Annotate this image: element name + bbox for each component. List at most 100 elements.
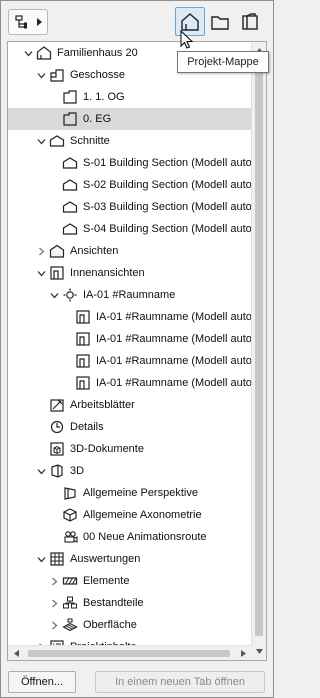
chevron-right-icon[interactable] <box>50 599 59 608</box>
story-icon <box>62 111 78 127</box>
tree-item[interactable]: 00 Neue Animationsroute <box>8 526 252 548</box>
tree-item[interactable]: IA-01 #Raumname <box>8 284 252 306</box>
ansichten-mappe-icon <box>210 12 230 32</box>
tree-item-label: IA-01 #Raumname <box>83 289 176 301</box>
tree-item-label: S-02 Building Section (Modell automatisc… <box>83 179 252 191</box>
tree-item-label: 3D <box>70 465 85 477</box>
perspective-icon <box>62 485 78 501</box>
open-button[interactable]: Öffnen... <box>8 671 76 693</box>
tree-item-label: Arbeitsblätter <box>70 399 135 411</box>
elevation-icon <box>49 243 65 259</box>
camera-path-icon <box>62 529 78 545</box>
section-icon <box>62 155 78 171</box>
chevron-down-icon[interactable] <box>37 71 46 80</box>
tree-item[interactable]: Ansichten <box>8 240 252 262</box>
tree-settings-icon <box>14 14 30 30</box>
tree-item[interactable]: IA-01 #Raumname (Modell automatisch) <box>8 328 252 350</box>
tree-item-label: IA-01 #Raumname (Modell automatisch) <box>96 377 252 389</box>
house-icon <box>36 45 52 61</box>
horizontal-scroll-thumb[interactable] <box>28 650 230 657</box>
interior-elevation-icon <box>75 331 91 347</box>
interior-elevation-icon <box>75 309 91 325</box>
section-icon <box>49 133 65 149</box>
chevron-down-icon[interactable] <box>37 269 46 278</box>
layoutbuch-button[interactable] <box>235 7 265 36</box>
chevron-right-icon[interactable] <box>50 621 59 630</box>
tree-item-label: 0. EG <box>83 113 112 125</box>
surfaces-icon <box>62 617 78 633</box>
tree-item-label: Elemente <box>83 575 130 587</box>
chevron-down-icon[interactable] <box>37 555 46 564</box>
tree-item-label: Auswertungen <box>70 553 141 565</box>
tree-item-label: Geschosse <box>70 69 126 81</box>
tree-item[interactable]: S-01 Building Section (Modell automatisc… <box>8 152 252 174</box>
tree-item[interactable]: S-02 Building Section (Modell automatisc… <box>8 174 252 196</box>
tree-item[interactable]: Allgemeine Axonometrie <box>8 504 252 526</box>
tree-item[interactable]: 0. EG <box>8 108 252 130</box>
interior-elevation-icon <box>75 375 91 391</box>
section-icon <box>62 177 78 193</box>
navigator-toolbar <box>1 1 273 41</box>
tree-item[interactable]: Innenansichten <box>8 262 252 284</box>
tree-item-label: IA-01 #Raumname (Modell automatisch) <box>96 355 252 367</box>
caret-right-icon <box>37 18 42 26</box>
3d-icon <box>49 463 65 479</box>
interior-marker-icon <box>62 287 78 303</box>
tree-item[interactable]: IA-01 #Raumname (Modell automatisch) <box>8 350 252 372</box>
stories-icon <box>49 67 65 83</box>
tree-item[interactable]: Schnitte <box>8 130 252 152</box>
scroll-left-button[interactable] <box>8 646 25 660</box>
elements-icon <box>62 573 78 589</box>
vertical-scroll-thumb[interactable] <box>255 61 263 636</box>
tree-item-label: 3D-Dokumente <box>70 443 144 455</box>
chevron-right-icon[interactable] <box>37 247 46 256</box>
story-icon <box>62 89 78 105</box>
chevron-down-icon[interactable] <box>37 467 46 476</box>
tree-item-label: S-04 Building Section (Modell automatisc… <box>83 223 252 235</box>
project-tree[interactable]: Familienhaus 20 Geschosse 1. 1. OG 0. EG Sch… <box>7 41 267 661</box>
tree-item[interactable]: S-04 Building Section (Modell automatisc… <box>8 218 252 240</box>
axonometry-icon <box>62 507 78 523</box>
tree-item[interactable]: Elemente <box>8 570 252 592</box>
chevron-down-icon[interactable] <box>37 137 46 146</box>
tree-item[interactable]: IA-01 #Raumname (Modell automatisch) <box>8 306 252 328</box>
scroll-right-button[interactable] <box>235 646 252 660</box>
tree-item[interactable]: Details <box>8 416 252 438</box>
open-in-new-tab-button[interactable]: In einem neuen Tab öffnen <box>95 671 265 693</box>
tree-item[interactable]: Allgemeine Perspektive <box>8 482 252 504</box>
chevron-down-icon[interactable] <box>24 49 33 58</box>
tree-item[interactable]: IA-01 #Raumname (Modell automatisch) <box>8 372 252 394</box>
navigator-window: Projekt-Mappe Familienhaus 20 Geschosse 1.… <box>0 0 274 698</box>
scroll-down-button[interactable] <box>252 643 266 660</box>
tree-item-label: Innenansichten <box>70 267 145 279</box>
section-icon <box>62 199 78 215</box>
scroll-left-icon <box>14 650 19 657</box>
tree-item[interactable]: S-03 Building Section (Modell automatisc… <box>8 196 252 218</box>
vertical-scrollbar[interactable] <box>251 42 266 660</box>
tree-item[interactable]: Bestandteile <box>8 592 252 614</box>
chevron-down-icon[interactable] <box>50 291 59 300</box>
tree-item[interactable]: 3D <box>8 460 252 482</box>
tree-item[interactable]: Auswertungen <box>8 548 252 570</box>
tree-item[interactable]: Arbeitsblätter <box>8 394 252 416</box>
tree-item-label: Bestandteile <box>83 597 144 609</box>
tree-item[interactable]: 1. 1. OG <box>8 86 252 108</box>
horizontal-scrollbar[interactable] <box>8 645 252 660</box>
schedule-icon <box>49 551 65 567</box>
tree-item[interactable]: 3D-Dokumente <box>8 438 252 460</box>
mouse-cursor-icon <box>180 30 194 50</box>
interior-elevation-icon <box>49 265 65 281</box>
tree-item-label: 1. 1. OG <box>83 91 125 103</box>
ansichten-mappe-button[interactable] <box>205 7 235 36</box>
bottom-bar: Öffnen... In einem neuen Tab öffnen <box>1 668 273 697</box>
tree-item[interactable]: Oberfläche <box>8 614 252 636</box>
chevron-right-icon[interactable] <box>50 577 59 586</box>
tree-item-label: IA-01 #Raumname (Modell automatisch) <box>96 333 252 345</box>
tree-settings-button[interactable] <box>8 9 48 35</box>
detail-icon <box>49 419 65 435</box>
tree-item-label: Ansichten <box>70 245 119 257</box>
tree-item-label: Allgemeine Axonometrie <box>83 509 202 521</box>
components-icon <box>62 595 78 611</box>
tree-item-label: Oberfläche <box>83 619 137 631</box>
tree-item-label: S-03 Building Section (Modell automatisc… <box>83 201 252 213</box>
